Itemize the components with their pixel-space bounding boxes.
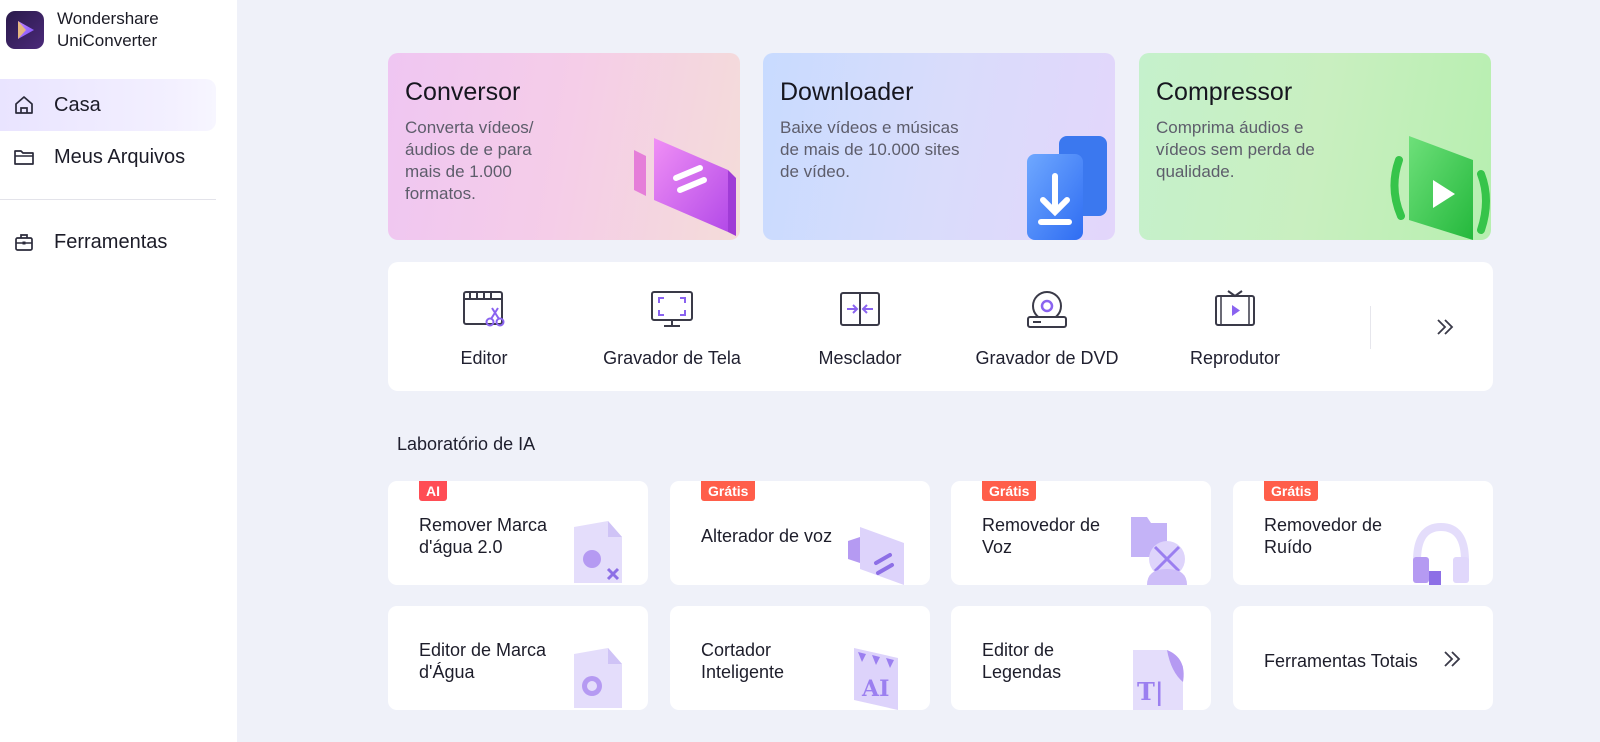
- tool-player[interactable]: Reprodutor: [1145, 262, 1325, 391]
- compressor-icon: [1390, 136, 1490, 240]
- downloader-card[interactable]: Downloader Baixe vídeos e músicas de mai…: [763, 53, 1115, 240]
- tool-editor[interactable]: Editor: [394, 262, 574, 391]
- tool-label: Editor: [460, 348, 508, 368]
- ai-badge: AI: [419, 481, 447, 501]
- dvd-burner-icon: [1027, 291, 1067, 328]
- ai-lab-title: Laboratório de IA: [397, 434, 536, 454]
- sidebar: Wondershare UniConverter Casa Meus Arqui…: [0, 0, 237, 742]
- tool-merger[interactable]: Mesclador: [770, 262, 950, 391]
- watermark-remover-icon: [574, 521, 622, 583]
- card-label: Removedor de Ruído: [1264, 515, 1383, 557]
- sidebar-item-meus-arquivos[interactable]: Meus Arquivos: [0, 131, 216, 183]
- downloader-icon: [1027, 136, 1107, 240]
- card-title: Downloader: [780, 78, 914, 106]
- editor-scissors-icon: [463, 291, 505, 327]
- sidebar-item-label: Meus Arquivos: [54, 145, 186, 168]
- ai-card-watermark-remover[interactable]: AI Remover Marca d'água 2.0: [388, 481, 648, 585]
- free-badge: Grátis: [701, 481, 756, 501]
- sidebar-item-casa[interactable]: Casa: [0, 79, 216, 131]
- vocal-remover-icon: [1131, 517, 1187, 585]
- double-chevron-right-icon: [1437, 319, 1454, 335]
- card-description: Converta vídeos/ áudios de e para mais d…: [405, 118, 534, 203]
- tool-screen-recorder[interactable]: Gravador de Tela: [582, 262, 762, 391]
- folder-icon: [12, 145, 36, 169]
- svg-text:AI: AI: [861, 676, 889, 702]
- ai-card-voice-changer[interactable]: Grátis Alterador de voz: [670, 481, 930, 585]
- toolbox-icon: [12, 230, 36, 254]
- tool-dvd-burner[interactable]: Gravador de DVD: [957, 262, 1137, 391]
- card-label: Ferramentas Totais: [1264, 651, 1418, 671]
- tools-separator: [1370, 306, 1371, 349]
- sidebar-item-label: Ferramentas: [54, 230, 168, 253]
- ai-card-smart-trimmer[interactable]: Cortador Inteligente AI: [670, 606, 930, 710]
- converter-card[interactable]: Conversor Converta vídeos/ áudios de e p…: [388, 53, 740, 240]
- card-description: Baixe vídeos e músicas de mais de 10.000…: [780, 118, 960, 181]
- card-label: Cortador Inteligente: [701, 640, 785, 682]
- card-label: Removedor de Voz: [982, 515, 1101, 557]
- app-name-line2: UniConverter: [57, 31, 158, 50]
- more-tools-button[interactable]: [1428, 310, 1462, 344]
- card-title: Conversor: [405, 78, 521, 106]
- all-tools-card[interactable]: Ferramentas Totais: [1233, 606, 1493, 710]
- tool-label: Gravador de DVD: [975, 348, 1119, 368]
- watermark-editor-icon: [574, 648, 622, 708]
- app-name: Wondershare UniConverter: [57, 8, 159, 52]
- free-badge: Grátis: [1264, 481, 1319, 501]
- card-label: Editor de Marca d'Água: [419, 640, 547, 682]
- tool-label: Mesclador: [818, 348, 902, 368]
- ai-card-subtitle-editor[interactable]: Editor de Legendas T|: [951, 606, 1211, 710]
- subtitle-editor-icon: T|: [1133, 650, 1184, 710]
- free-badge: Grátis: [982, 481, 1037, 501]
- card-label: Remover Marca d'água 2.0: [419, 515, 548, 557]
- home-icon: [12, 93, 36, 117]
- tool-label: Gravador de Tela: [603, 348, 741, 368]
- converter-icon: [634, 138, 736, 236]
- screen-recorder-icon: [651, 291, 693, 327]
- noise-remover-icon: [1413, 522, 1469, 585]
- voice-changer-icon: [848, 527, 904, 585]
- card-label: Alterador de voz: [701, 526, 833, 546]
- app-logo-icon: [6, 11, 44, 49]
- ai-card-vocal-remover[interactable]: Grátis Removedor de Voz: [951, 481, 1211, 585]
- sidebar-item-label: Casa: [54, 93, 101, 116]
- app-name-line1: Wondershare: [57, 9, 159, 28]
- card-title: Compressor: [1156, 78, 1293, 106]
- app-brand: Wondershare UniConverter: [6, 8, 159, 52]
- tool-label: Reprodutor: [1189, 348, 1281, 368]
- sidebar-divider: [0, 199, 216, 200]
- ai-card-watermark-editor[interactable]: Editor de Marca d'Água: [388, 606, 648, 710]
- ai-card-noise-remover[interactable]: Grátis Removedor de Ruído: [1233, 481, 1493, 585]
- sidebar-item-ferramentas[interactable]: Ferramentas: [0, 216, 216, 268]
- tools-strip: Editor Gravador de Tela Mesclador Gravad…: [388, 262, 1493, 391]
- card-description: Comprima áudios e vídeos sem perda de qu…: [1156, 118, 1315, 181]
- card-label: Editor de Legendas: [982, 640, 1062, 682]
- smart-trimmer-icon: AI: [854, 648, 898, 710]
- merger-icon: [840, 292, 880, 326]
- compressor-card[interactable]: Compressor Comprima áudios e vídeos sem …: [1139, 53, 1491, 240]
- double-chevron-right-icon: [1444, 651, 1461, 667]
- player-icon: [1215, 290, 1255, 326]
- svg-text:T|: T|: [1137, 677, 1164, 706]
